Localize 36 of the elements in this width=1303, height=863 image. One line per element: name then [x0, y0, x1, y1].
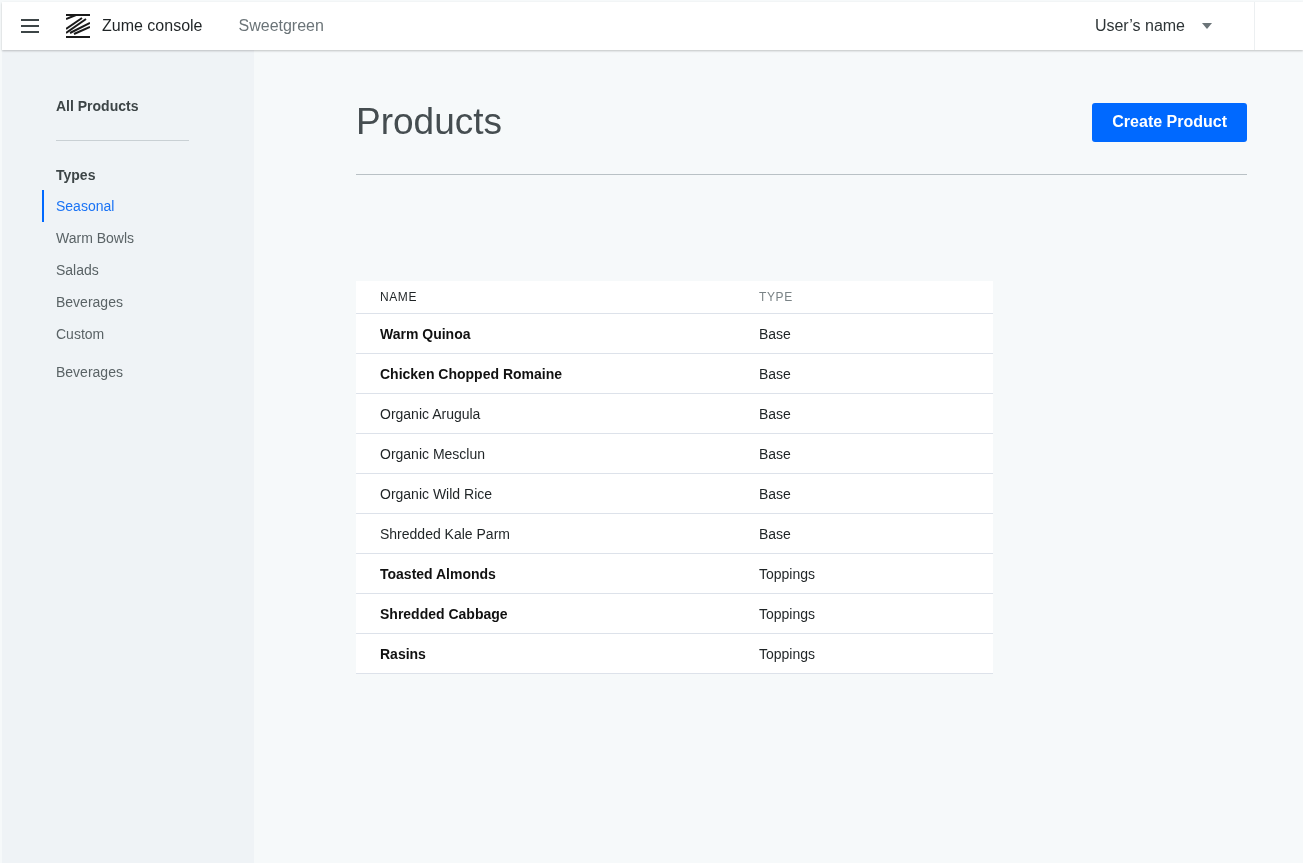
sidebar-item[interactable]: Beverages: [42, 286, 123, 318]
column-header[interactable]: NAME: [356, 281, 759, 314]
table-cell: Toasted Almonds: [356, 553, 759, 594]
sidebar-item[interactable]: Beverages: [42, 356, 123, 388]
table-cell: Shredded Kale Parm: [356, 513, 759, 554]
sidebar-item[interactable]: Seasonal: [42, 190, 115, 222]
page-title: Products: [356, 102, 502, 142]
table-cell: Toppings: [759, 593, 993, 634]
column-header[interactable]: TYPE: [759, 281, 993, 314]
section-heading: Types: [56, 166, 96, 184]
sidebar-item[interactable]: Salads: [42, 254, 99, 286]
caret-icon: [1202, 23, 1212, 29]
table-cell: Shredded Cabbage: [356, 593, 759, 634]
table-cell: Base: [759, 513, 993, 554]
user-menu-button[interactable]: User’s name: [1094, 17, 1212, 35]
menu-icon[interactable]: [21, 19, 39, 33]
table-cell: Toppings: [759, 633, 993, 674]
app-name: Zume console: [102, 17, 203, 35]
table-cell: Rasins: [356, 633, 759, 674]
organization-name: Sweetgreen: [238, 17, 324, 35]
table-cell: Base: [759, 393, 993, 434]
all-products-link[interactable]: All Products: [56, 97, 139, 115]
table-cell: Organic Wild Rice: [356, 473, 759, 514]
table-cell: Base: [759, 473, 993, 514]
table-cell: Base: [759, 313, 993, 354]
table-cell: Organic Arugula: [356, 393, 759, 434]
table-cell: Organic Mesclun: [356, 433, 759, 474]
table-cell: Base: [759, 353, 993, 394]
create-product-button[interactable]: Create Product: [1092, 102, 1247, 142]
sidebar-item[interactable]: Warm Bowls: [42, 222, 135, 254]
sidebar-item[interactable]: Custom: [42, 318, 105, 350]
table-cell: Base: [759, 433, 993, 474]
table-cell: Warm Quinoa: [356, 313, 759, 354]
logo-icon: [66, 14, 90, 38]
table-cell: Toppings: [759, 553, 993, 594]
table-cell: Chicken Chopped Romaine: [356, 353, 759, 394]
